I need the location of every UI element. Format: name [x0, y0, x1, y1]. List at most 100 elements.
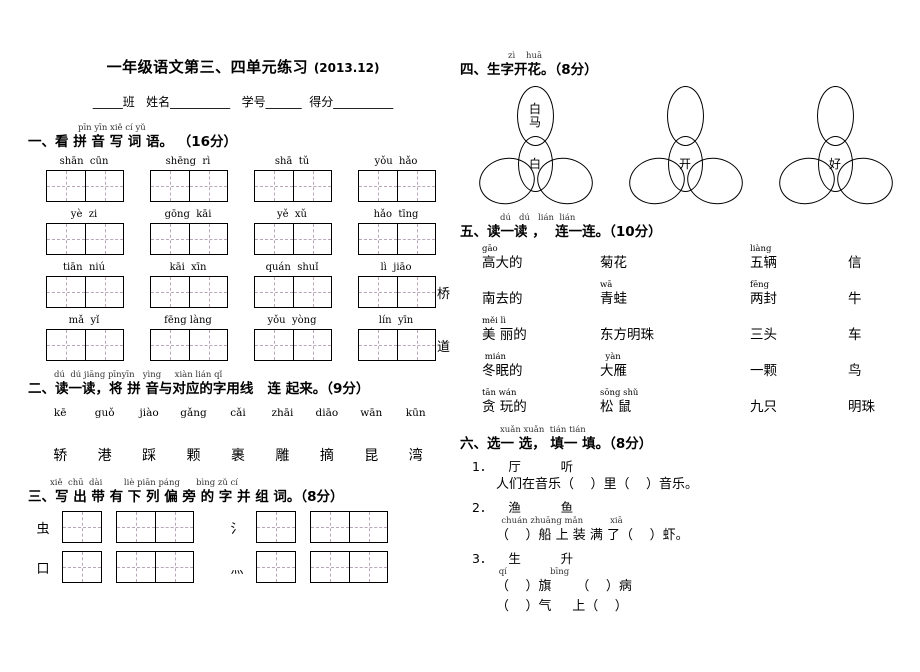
writing-grid[interactable] [116, 551, 194, 583]
writing-grid-cell[interactable] [47, 171, 85, 201]
flower-center[interactable]: 白 [517, 136, 553, 192]
writing-grid-cell[interactable] [151, 224, 189, 254]
match-item[interactable]: yàn 大雁 [600, 352, 750, 388]
character-choice[interactable]: 裹 [216, 445, 260, 465]
writing-grid-cell[interactable] [155, 552, 193, 582]
fill-question-line[interactable]: 人们在音乐（ ）里（ ）音乐。 [496, 475, 910, 495]
writing-grid[interactable] [46, 276, 124, 308]
writing-grid[interactable] [254, 170, 332, 202]
writing-grid-cell[interactable] [359, 277, 397, 307]
writing-grid-cell[interactable] [257, 512, 295, 542]
character-choice[interactable]: 雕 [260, 445, 304, 465]
writing-grid[interactable] [254, 223, 332, 255]
writing-grid[interactable] [150, 276, 228, 308]
match-item[interactable]: mián 冬眠的 [482, 352, 600, 388]
character-choice[interactable]: 昆 [349, 445, 393, 465]
writing-grid-cell[interactable] [359, 224, 397, 254]
match-item[interactable]: 菊花 [600, 244, 750, 280]
match-item[interactable]: 牛 [848, 280, 920, 316]
writing-grid-cell[interactable] [293, 277, 331, 307]
writing-grid-cell[interactable] [189, 171, 227, 201]
fill-question-line[interactable]: （ ）旗 （ ）病 [496, 577, 910, 597]
match-item[interactable]: tān wán 贪 玩的 [482, 388, 600, 424]
section-2-character-choices[interactable]: 轿港踩颗裹雕摘昆湾 [38, 445, 438, 465]
pinyin-choice[interactable]: zhāi [260, 407, 304, 419]
section-5-match-grid[interactable]: gāo 高大的 菊花 liàng 五辆信南去的 wā 青蛙 fēng 两封牛 měi lì 美 丽的… [482, 244, 910, 424]
character-choice[interactable]: 轿 [38, 445, 82, 465]
writing-grid[interactable] [150, 170, 228, 202]
match-item[interactable]: 九只 [750, 388, 848, 424]
writing-grid-cell[interactable] [189, 330, 227, 360]
flower-center[interactable]: 开 [667, 136, 703, 192]
writing-grid[interactable] [62, 511, 102, 543]
writing-grid-cell[interactable] [255, 277, 293, 307]
character-choice[interactable]: 颗 [171, 445, 215, 465]
pinyin-choice[interactable]: gǎng [171, 407, 215, 419]
match-item[interactable]: 明珠 [848, 388, 920, 424]
writing-grid-cell[interactable] [47, 330, 85, 360]
match-item[interactable]: 南去的 [482, 280, 600, 316]
writing-grid-cell[interactable] [255, 330, 293, 360]
writing-grid-cell[interactable] [151, 171, 189, 201]
writing-grid-cell[interactable] [293, 171, 331, 201]
writing-grid-cell[interactable] [189, 277, 227, 307]
writing-grid-cell[interactable] [85, 224, 123, 254]
fill-question-line[interactable]: （ ）船 上 装 满 了（ ）虾。 [496, 526, 910, 546]
writing-grid-cell[interactable] [311, 552, 349, 582]
character-choice[interactable]: 踩 [127, 445, 171, 465]
writing-grid-cell[interactable] [85, 330, 123, 360]
match-item[interactable]: fēng 两封 [750, 280, 848, 316]
character-choice[interactable]: 湾 [394, 445, 438, 465]
match-item[interactable]: 信 [848, 244, 920, 280]
writing-grid[interactable] [116, 511, 194, 543]
writing-grid-cell[interactable] [397, 171, 435, 201]
writing-grid[interactable] [310, 511, 388, 543]
match-item[interactable]: 一颗 [750, 352, 848, 388]
writing-grid-cell[interactable] [85, 171, 123, 201]
writing-grid[interactable] [256, 551, 296, 583]
pinyin-choice[interactable]: wān [349, 407, 393, 419]
writing-grid[interactable] [46, 170, 124, 202]
writing-grid-cell[interactable] [117, 512, 155, 542]
match-item[interactable]: sōng shǔ 松 鼠 [600, 388, 750, 424]
writing-grid-cell[interactable] [349, 552, 387, 582]
writing-grid-cell[interactable] [311, 512, 349, 542]
writing-grid-cell[interactable] [155, 512, 193, 542]
writing-grid-cell[interactable] [151, 330, 189, 360]
match-item[interactable]: měi lì 美 丽的 [482, 316, 600, 352]
writing-grid-cell[interactable] [47, 224, 85, 254]
section-2-pinyin-choices[interactable]: kē guǒ jiào gǎng cǎi zhāi diāo wān kūn [38, 407, 438, 419]
writing-grid-cell[interactable] [63, 512, 101, 542]
pinyin-choice[interactable]: diāo [305, 407, 349, 419]
writing-grid-cell[interactable] [397, 277, 435, 307]
writing-grid[interactable] [46, 223, 124, 255]
flower-center[interactable]: 好 [817, 136, 853, 192]
writing-grid-cell[interactable] [359, 330, 397, 360]
writing-grid-cell[interactable] [293, 330, 331, 360]
writing-grid-cell[interactable] [189, 224, 227, 254]
writing-grid-cell[interactable] [63, 552, 101, 582]
character-choice[interactable]: 摘 [305, 445, 349, 465]
writing-grid[interactable] [150, 223, 228, 255]
writing-grid-cell[interactable] [255, 224, 293, 254]
writing-grid-cell[interactable] [257, 552, 295, 582]
match-item[interactable]: 东方明珠 [600, 316, 750, 352]
match-item[interactable]: 车 [848, 316, 920, 352]
writing-grid[interactable] [62, 551, 102, 583]
match-item[interactable]: 鸟 [848, 352, 920, 388]
writing-grid-cell[interactable] [293, 224, 331, 254]
match-item[interactable]: liàng 五辆 [750, 244, 848, 280]
match-item[interactable]: wā 青蛙 [600, 280, 750, 316]
pinyin-choice[interactable]: jiào [127, 407, 171, 419]
pinyin-choice[interactable]: kūn [394, 407, 438, 419]
writing-grid[interactable] [358, 170, 436, 202]
writing-grid[interactable] [46, 329, 124, 361]
writing-grid[interactable] [358, 276, 436, 308]
writing-grid-cell[interactable] [117, 552, 155, 582]
writing-grid[interactable] [254, 276, 332, 308]
writing-grid-cell[interactable] [151, 277, 189, 307]
pinyin-choice[interactable]: kē [38, 407, 82, 419]
writing-grid[interactable] [254, 329, 332, 361]
pinyin-choice[interactable]: guǒ [82, 407, 126, 419]
writing-grid-cell[interactable] [255, 171, 293, 201]
